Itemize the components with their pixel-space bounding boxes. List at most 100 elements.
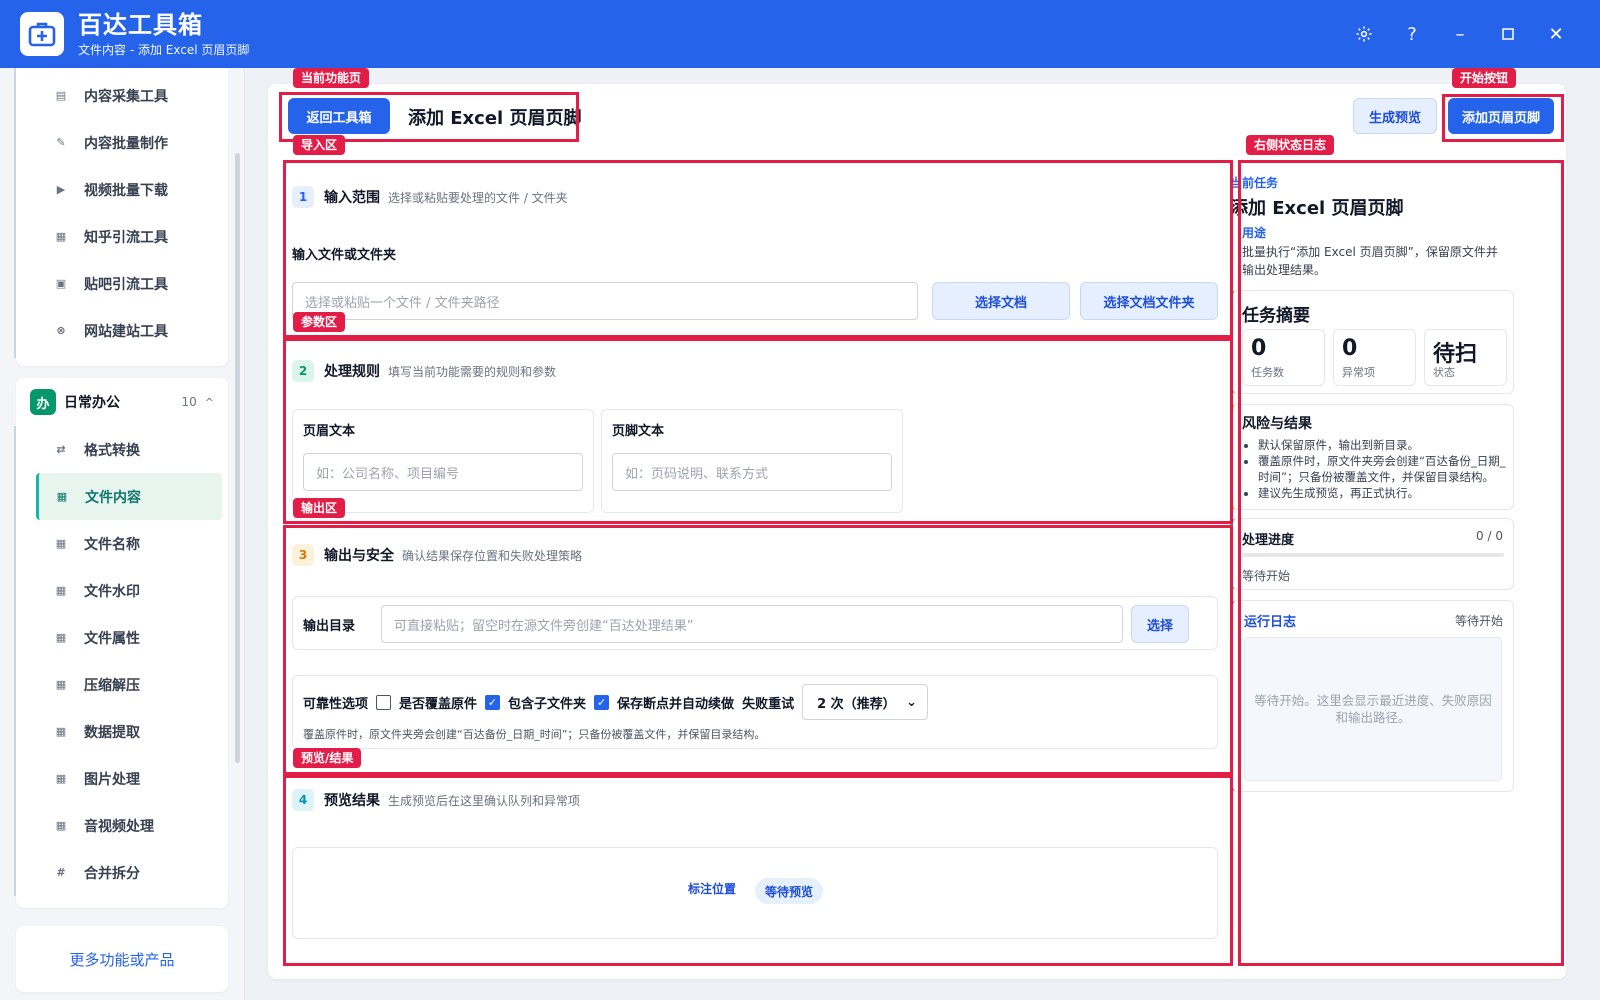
select-document-button[interactable]: 选择文档 xyxy=(932,282,1070,320)
annotation-tag-start-button: 开始按钮 xyxy=(1452,68,1517,88)
input-path-field[interactable]: 选择或粘贴一个文件 / 文件夹路径 xyxy=(292,282,918,320)
swap-icon: ⇄ xyxy=(56,443,66,456)
annotation-tag-preview: 预览/结果 xyxy=(293,748,362,768)
header-text-label: 页眉文本 xyxy=(303,424,356,439)
output-dir-input[interactable]: 可直接粘贴；留空时在源文件旁创建“百达处理结果” xyxy=(381,605,1123,643)
more-products[interactable]: 更多功能或产品 xyxy=(16,926,228,992)
summary-title: 任务摘要 xyxy=(1242,306,1310,326)
subfolder-label[interactable]: 包含子文件夹 xyxy=(508,693,586,712)
sidebar-item-file-attr[interactable]: ▦ 文件属性 xyxy=(16,614,228,661)
sidebar-group-top: ▤ 内容采集工具 ✎ 内容批量制作 ▶ 视频批量下载 ▦ 知乎引流工具 ▣ 贴吧引流工具 … xyxy=(16,68,228,366)
purpose-text: 批量执行“添加 Excel 页眉页脚”，保留原文件并输出处理结果。 xyxy=(1242,245,1498,277)
preview-area: 标注位置 等待预览 xyxy=(292,847,1218,939)
annotation-tag-import: 导入区 xyxy=(293,135,346,155)
purpose-block: 用途 批量执行“添加 Excel 页眉页脚”，保留原文件并输出处理结果。 xyxy=(1230,224,1506,278)
website-icon: ⊗ xyxy=(56,324,66,337)
maximize-icon[interactable] xyxy=(1484,14,1532,54)
retry-label: 失败重试 xyxy=(742,696,795,712)
group-title: 日常办公 xyxy=(64,395,120,411)
footer-text-input[interactable]: 如：页码说明、联系方式 xyxy=(612,453,892,491)
step-number: 2 xyxy=(292,360,314,382)
overwrite-label[interactable]: 是否覆盖原件 xyxy=(399,693,477,712)
chevron-down-icon: ⌄ xyxy=(906,694,918,710)
stat-exception-count: 0 异常项 xyxy=(1333,329,1416,386)
subfolder-checkbox[interactable]: ✓ xyxy=(485,694,501,710)
header-text-input[interactable]: 如：公司名称、项目编号 xyxy=(303,453,583,491)
sidebar-item-format-convert[interactable]: ⇄ 格式转换 xyxy=(16,426,228,473)
sidebar-item-tieba[interactable]: ▣ 贴吧引流工具 xyxy=(16,260,228,307)
current-task-label: 当前任务 xyxy=(1230,176,1279,190)
log-status: 等待开始 xyxy=(1454,614,1503,628)
step-number: 3 xyxy=(292,544,314,566)
annotation-tag-output: 输出区 xyxy=(293,498,346,518)
input-field-label: 输入文件或文件夹 xyxy=(292,248,397,263)
output-dir-label: 输出目录 xyxy=(303,619,356,634)
log-content: 等待开始。这里会显示最近进度、失败原因和输出路径。 xyxy=(1244,637,1502,781)
summary-card: 任务摘要 0 任务数 0 异常项 待扫 状态 xyxy=(1230,290,1514,394)
annotation-tag-params: 参数区 xyxy=(293,312,346,332)
sidebar-item-compress[interactable]: ▦ 压缩解压 xyxy=(16,661,228,708)
grid-icon: ▦ xyxy=(56,490,68,503)
grid-icon: ▦ xyxy=(55,537,67,550)
progress-card: 处理进度 0 / 0 等待开始 xyxy=(1230,518,1514,590)
toolbox-logo-icon xyxy=(20,12,64,56)
resume-checkbox[interactable]: ✓ xyxy=(594,694,610,710)
progress-title: 处理进度 xyxy=(1242,533,1295,548)
retry-select[interactable]: 2 次（推荐） ⌄ xyxy=(802,684,929,720)
group-badge: 办 xyxy=(30,389,56,415)
sidebar-item-file-watermark[interactable]: ▦ 文件水印 xyxy=(16,567,228,614)
zhihu-icon: ▦ xyxy=(55,230,67,243)
annotation-tag-right-log: 右侧状态日志 xyxy=(1246,135,1335,155)
more-products-link[interactable]: 更多功能或产品 xyxy=(69,949,174,970)
sidebar: ▤ 内容采集工具 ✎ 内容批量制作 ▶ 视频批量下载 ▦ 知乎引流工具 ▣ 贴吧引流工具 … xyxy=(0,68,245,1000)
risk-title: 风险与结果 xyxy=(1242,416,1312,432)
grid-icon: ▦ xyxy=(55,678,67,691)
sidebar-item-content-batch[interactable]: ✎ 内容批量制作 xyxy=(16,119,228,166)
grid-icon: ▦ xyxy=(55,819,67,832)
output-dir-select-button[interactable]: 选择 xyxy=(1131,605,1189,643)
log-card: 运行日志 等待开始 等待开始。这里会显示最近进度、失败原因和输出路径。 xyxy=(1230,600,1514,792)
collapse-caret-icon[interactable]: ^ xyxy=(205,396,214,409)
title-bar: 百达工具箱 文件内容 - 添加 Excel 页眉页脚 ? – ✕ xyxy=(0,0,1600,68)
sidebar-scrollbar[interactable] xyxy=(235,153,240,763)
list-item: 默认保留原件，输出到新目录。 xyxy=(1258,437,1506,453)
app-subtitle: 文件内容 - 添加 Excel 页眉页脚 xyxy=(78,42,250,57)
progress-status: 等待开始 xyxy=(1242,569,1291,583)
grid-icon: ▦ xyxy=(55,631,67,644)
sidebar-group-office: 办 日常办公 10 ^ ⇄ 格式转换 ▦ 文件内容 ▦ 文件名称 ▦ 文件水印 ▦ 文件属… xyxy=(16,378,228,908)
sidebar-item-content-collect[interactable]: ▤ 内容采集工具 xyxy=(16,72,228,119)
document-icon: ▤ xyxy=(55,89,67,102)
reliability-label: 可靠性选项 xyxy=(303,696,369,712)
app-title: 百达工具箱 xyxy=(78,10,203,39)
current-task-title: 添加 Excel 页眉页脚 xyxy=(1230,198,1404,219)
sidebar-item-image[interactable]: ▦ 图片处理 xyxy=(16,755,228,802)
section-rules-title: 2 处理规则 填写当前功能需要的规则和参数 xyxy=(292,360,556,382)
sidebar-item-website[interactable]: ⊗ 网站建站工具 xyxy=(16,307,228,354)
sidebar-item-merge-split[interactable]: # 合并拆分 xyxy=(16,849,228,896)
sidebar-group-line xyxy=(14,426,16,896)
overwrite-checkbox[interactable] xyxy=(376,694,392,710)
progress-count: 0 / 0 xyxy=(1476,529,1503,543)
step-number: 4 xyxy=(292,789,314,811)
preview-button[interactable]: 生成预览 xyxy=(1353,98,1437,134)
video-icon: ▶ xyxy=(56,183,66,196)
select-folder-button[interactable]: 选择文档文件夹 xyxy=(1080,282,1218,320)
minimize-icon[interactable]: – xyxy=(1436,14,1484,54)
sidebar-item-file-content[interactable]: ▦ 文件内容 xyxy=(36,473,222,520)
risk-card: 风险与结果 默认保留原件，输出到新目录。 覆盖原件时，原文件夹旁会创建“百达备份… xyxy=(1230,404,1514,510)
group-header[interactable]: 办 日常办公 10 ^ xyxy=(16,378,228,426)
sidebar-item-data-extract[interactable]: ▦ 数据提取 xyxy=(16,708,228,755)
sidebar-item-av[interactable]: ▦ 音视频处理 xyxy=(16,802,228,849)
help-icon[interactable]: ? xyxy=(1388,14,1436,54)
settings-icon[interactable] xyxy=(1340,14,1388,54)
resume-label[interactable]: 保存断点并自动续做 xyxy=(617,693,734,712)
sidebar-item-zhihu[interactable]: ▦ 知乎引流工具 xyxy=(16,213,228,260)
sidebar-item-file-name[interactable]: ▦ 文件名称 xyxy=(16,520,228,567)
sidebar-item-video-download[interactable]: ▶ 视频批量下载 xyxy=(16,166,228,213)
back-button[interactable]: 返回工具箱 xyxy=(288,98,390,134)
close-icon[interactable]: ✕ xyxy=(1532,14,1580,54)
section-input-title: 1 输入范围 选择或粘贴要处理的文件 / 文件夹 xyxy=(292,186,568,208)
stat-status: 待扫 状态 xyxy=(1424,329,1507,386)
main-panel: 返回工具箱 添加 Excel 页眉页脚 生成预览 添加页眉页脚 1 输入范围 选… xyxy=(268,84,1566,979)
start-button[interactable]: 添加页眉页脚 xyxy=(1448,98,1554,134)
